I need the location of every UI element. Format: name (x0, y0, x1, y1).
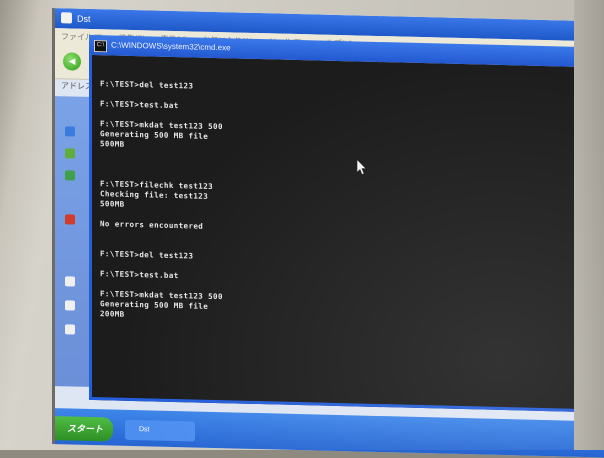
task-icon[interactable] (65, 300, 75, 311)
explorer-title: Dst (77, 13, 91, 24)
task-icon[interactable] (65, 276, 75, 287)
monitor-bezel-right (574, 0, 604, 450)
cmd-window[interactable]: C:\ C:\WINDOWS\system32\cmd.exe ✕ F:\TES… (89, 34, 597, 413)
task-icon[interactable] (65, 126, 75, 137)
task-icon[interactable] (65, 324, 75, 335)
task-icon[interactable] (65, 148, 75, 159)
taskbar: スタート Dst (55, 408, 604, 458)
start-button[interactable]: スタート (55, 416, 113, 442)
task-icon[interactable] (65, 170, 75, 181)
taskbar-item-dst[interactable]: Dst (125, 419, 195, 442)
cmd-icon: C:\ (94, 40, 107, 53)
back-arrow-icon[interactable]: ◀ (63, 52, 81, 71)
cmd-output: F:\TEST>del test123 F:\TEST>test.bat F:\TE… (100, 69, 576, 331)
mouse-pointer-icon (357, 159, 367, 175)
screen: Dst ファイル(F) 編集(E) 表示(V) お気に入り(A) ツール(T) … (52, 8, 604, 458)
cmd-title: C:\WINDOWS\system32\cmd.exe (111, 40, 231, 53)
delete-icon[interactable] (65, 214, 75, 225)
folder-icon (61, 12, 72, 24)
